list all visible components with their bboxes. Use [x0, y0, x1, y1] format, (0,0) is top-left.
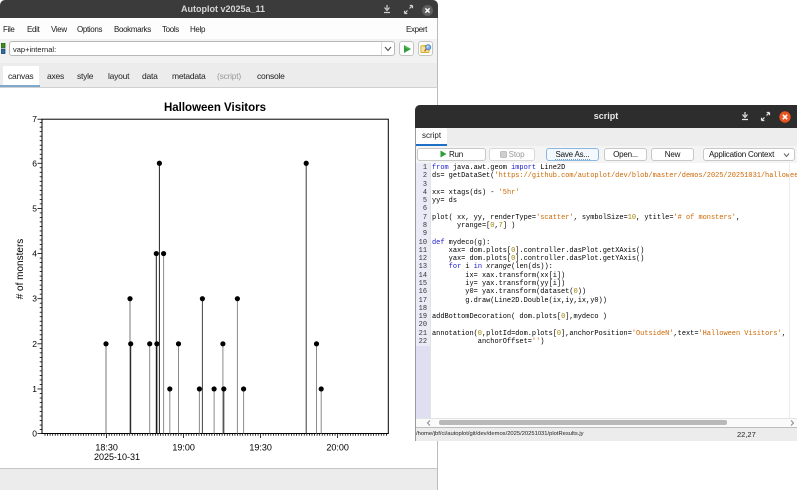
svg-text:4: 4: [32, 249, 37, 259]
svg-text:6: 6: [32, 158, 37, 168]
svg-text:5: 5: [32, 203, 37, 213]
svg-text:2025-10-31: 2025-10-31: [94, 452, 140, 462]
svg-text:1: 1: [32, 384, 37, 394]
svg-text:7: 7: [32, 114, 37, 124]
svg-text:Halloween Visitors: Halloween Visitors: [164, 102, 266, 114]
svg-text:# of monsters: # of monsters: [15, 239, 26, 300]
svg-text:20:00: 20:00: [326, 443, 349, 453]
svg-text:0: 0: [32, 429, 37, 439]
svg-text:2: 2: [32, 339, 37, 349]
svg-text:3: 3: [32, 294, 37, 304]
svg-text:19:30: 19:30: [249, 443, 272, 453]
svg-text:19:00: 19:00: [172, 443, 195, 453]
svg-text:18:30: 18:30: [95, 443, 118, 453]
